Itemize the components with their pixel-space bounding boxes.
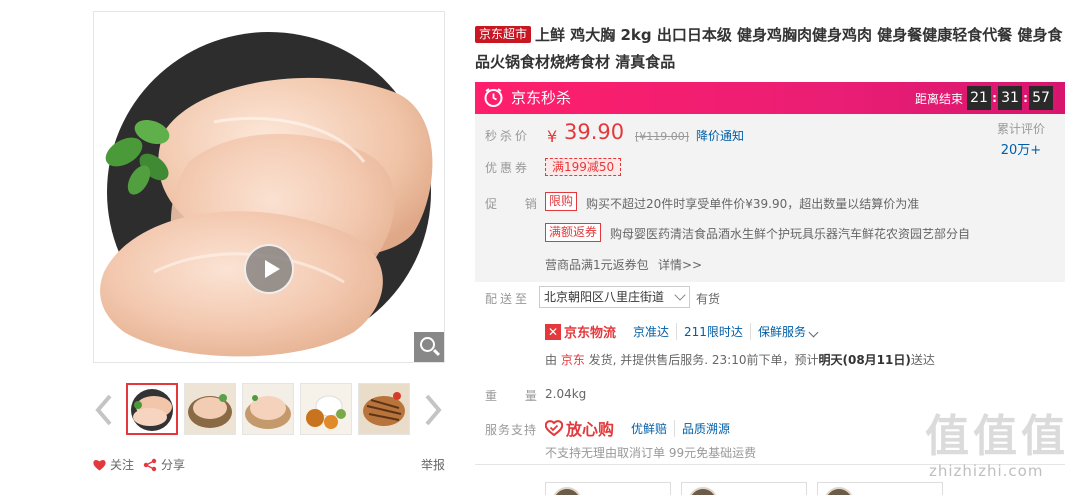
jd-logistics-icon: ✕ [545, 323, 561, 340]
service-link-traceability[interactable]: 品质溯源 [675, 420, 737, 437]
promo-extra-text: 营商品满1元返券包 [545, 258, 649, 272]
jd-logistics-name: 京东物流 [564, 326, 617, 341]
follow-button[interactable]: 关注 [93, 456, 134, 473]
seckill-bar: 京东秒杀 距离结束 21 : 31 : 57 [475, 82, 1065, 114]
weight-label: 重 量 [485, 389, 549, 403]
supermarket-badge: 京东超市 [475, 26, 532, 43]
price-currency: ¥ [547, 127, 558, 146]
chevron-right-icon[interactable] [422, 392, 444, 428]
address-value: 北京朝阳区八里庄街道 [544, 290, 665, 304]
product-title-text: 上鲜 鸡大胸 2kg 出口日本级 健身鸡胸肉健身鸡肉 健身餐健康轻食代餐 健身食… [475, 26, 1063, 71]
price-summary: 秒杀价 ¥ 39.90 [¥119.00] 降价通知 累计评价 20万+ 优惠券… [475, 114, 1065, 282]
watermark-url: zhizhizhi.com [929, 462, 1044, 480]
gallery-actions: 关注 分享 举报 [93, 456, 445, 474]
countdown-seconds: 57 [1029, 86, 1053, 110]
thumbnail-list [126, 383, 410, 435]
delivery-date: 明天(08月11日) [818, 353, 911, 367]
countdown: 距离结束 21 : 31 : 57 [915, 86, 1053, 110]
seckill-label: 京东秒杀 [511, 89, 572, 107]
avatar [824, 487, 854, 495]
thumbnail-2[interactable] [184, 383, 236, 435]
service-link-compensation[interactable]: 优鲜赔 [624, 419, 676, 437]
seller-link[interactable]: 京东 [561, 353, 585, 367]
weight-value: 2.04kg [545, 387, 587, 401]
chevron-left-icon[interactable] [93, 392, 115, 428]
share-label: 分享 [161, 458, 186, 472]
logistics-link-211[interactable]: 211限时达 [677, 323, 751, 340]
thumbnail-4[interactable] [300, 383, 352, 435]
product-title: 京东超市 上鲜 鸡大胸 2kg 出口日本级 健身鸡胸肉健身鸡肉 健身餐健康轻食代餐… [475, 22, 1075, 76]
watermark-chars: 值值值 [925, 411, 1069, 462]
coupon-tag[interactable]: 满199减50 [545, 158, 622, 176]
review-count-link[interactable]: 20万+ [997, 139, 1045, 158]
price-label: 秒杀价 [485, 129, 531, 143]
thumbnail-3[interactable] [242, 383, 294, 435]
promotion-label: 促 销 [485, 197, 549, 211]
chevron-down-icon [808, 327, 819, 338]
share-icon [143, 458, 157, 471]
logistics-link-fresh[interactable]: 保鲜服务 [751, 323, 824, 340]
play-video-button[interactable] [244, 244, 294, 294]
clock-icon [484, 88, 503, 107]
site-watermark: 值值值 zhizhizhi.com [925, 410, 1075, 495]
countdown-label: 距离结束 [914, 91, 963, 106]
promo-tag-coupon-return: 满额返券 [545, 223, 602, 242]
service-label: 服务支持 [485, 423, 538, 437]
promo-detail-link[interactable]: 详情>> [658, 256, 702, 273]
combo-card[interactable] [545, 482, 671, 495]
chevron-down-icon [674, 289, 686, 301]
price-notice-link[interactable]: 降价通知 [696, 127, 744, 144]
report-link[interactable]: 举报 [421, 456, 445, 473]
zoom-icon[interactable] [414, 332, 444, 362]
logistics-row: ✕ 京东物流 京准达 211限时达 保鲜服务 [545, 322, 824, 341]
countdown-minutes: 31 [998, 86, 1022, 110]
original-price: [¥119.00] [635, 130, 690, 143]
follow-label: 关注 [110, 458, 135, 472]
thumbnail-1[interactable] [126, 383, 178, 435]
delivery-label: 配送至 [485, 292, 531, 306]
stock-status: 有货 [696, 292, 721, 306]
review-summary: 累计评价 20万+ [997, 120, 1045, 158]
countdown-hours: 21 [967, 86, 991, 110]
share-button[interactable]: 分享 [143, 456, 185, 473]
price-value: 39.90 [564, 120, 625, 144]
heart-icon [93, 459, 106, 470]
heart-check-icon [545, 420, 563, 436]
promo-text-limit: 购买不超过20件时享受单件价¥39.90，超出数量以结算价为准 [586, 197, 920, 211]
combo-cards [545, 482, 943, 495]
shipping-info: 由 京东 发货, 并提供售后服务. 23:10前下单，预计明天(08月11日)送… [545, 353, 935, 367]
avatar [552, 487, 582, 495]
promo-text-coupon-return: 购母婴医药清洁食品酒水生鲜个护玩具乐器汽车鲜花农资园艺部分自 [610, 227, 971, 241]
coupon-label: 优惠券 [485, 161, 531, 175]
combo-card[interactable] [681, 482, 807, 495]
service-note: 不支持无理由取消订单 99元免基础运费 [545, 446, 757, 460]
review-label: 累计评价 [996, 122, 1045, 136]
assurance-brand[interactable]: 放心购 [566, 416, 614, 440]
avatar [688, 487, 718, 495]
address-selector[interactable]: 北京朝阳区八里庄街道 [539, 286, 690, 308]
service-row: 放心购 优鲜赔 品质溯源 [545, 416, 737, 440]
main-product-image[interactable] [93, 11, 445, 363]
logistics-link-jingzhunda[interactable]: 京准达 [626, 323, 678, 340]
promo-tag-limit: 限购 [545, 192, 578, 211]
thumbnail-5[interactable] [358, 383, 410, 435]
